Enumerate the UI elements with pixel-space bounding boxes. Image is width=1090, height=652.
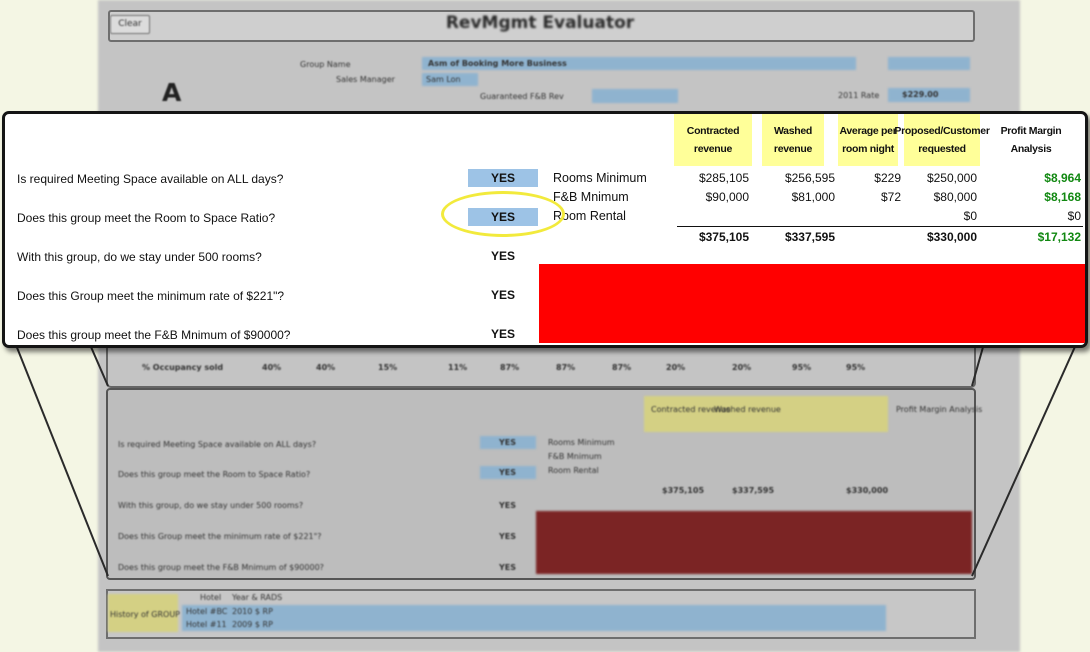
cell-proposed: $250,000	[926, 171, 977, 185]
question-under-500-rooms: With this group, do we stay under 500 ro…	[17, 250, 262, 264]
cell-contracted: $285,105	[698, 171, 749, 185]
header-average: Average per room night	[838, 114, 898, 166]
cell-average: $72	[880, 190, 901, 204]
header-proposed: Proposed/Customer requested	[894, 114, 990, 166]
cell-profit: $0	[1067, 209, 1081, 223]
total-washed: $337,595	[784, 230, 835, 244]
question-minimum-rate: Does this Group meet the minimum rate of…	[17, 289, 285, 303]
total-contracted: $375,105	[698, 230, 749, 244]
total-proposed: $330,000	[926, 230, 977, 244]
cell-profit: $8,168	[1044, 190, 1081, 204]
cell-washed: $81,000	[791, 190, 835, 204]
question-fb-minimum: Does this group meet the F&B Mnimum of $…	[17, 328, 291, 342]
answer-fb-minimum: YES	[490, 327, 515, 341]
cell-proposed: $80,000	[933, 190, 977, 204]
answer-minimum-rate: YES	[490, 288, 515, 302]
cell-profit: $8,964	[1044, 171, 1081, 185]
row-label-fb-minimum: F&B Mnimum	[553, 190, 629, 204]
alert-block	[539, 264, 1085, 343]
header-washed: Washed revenue	[762, 114, 824, 166]
answer-meeting-space[interactable]: YES	[468, 169, 538, 187]
question-meeting-space: Is required Meeting Space available on A…	[17, 172, 284, 186]
cell-washed: $256,595	[784, 171, 835, 185]
total-profit: $17,132	[1037, 230, 1081, 244]
answer-under-500-rooms: YES	[490, 249, 515, 263]
header-contracted: Contracted revenue	[674, 114, 752, 166]
question-room-space-ratio: Does this group meet the Room to Space R…	[17, 211, 276, 225]
cell-proposed: $0	[963, 209, 977, 223]
row-label-rooms-minimum: Rooms Minimum	[553, 171, 647, 185]
cell-contracted: $90,000	[705, 190, 749, 204]
cell-average: $229	[874, 171, 901, 185]
highlight-ellipse	[441, 191, 565, 237]
header-profit-margin: Profit Margin Analysis	[1000, 125, 1062, 155]
totals-divider	[677, 226, 1083, 227]
